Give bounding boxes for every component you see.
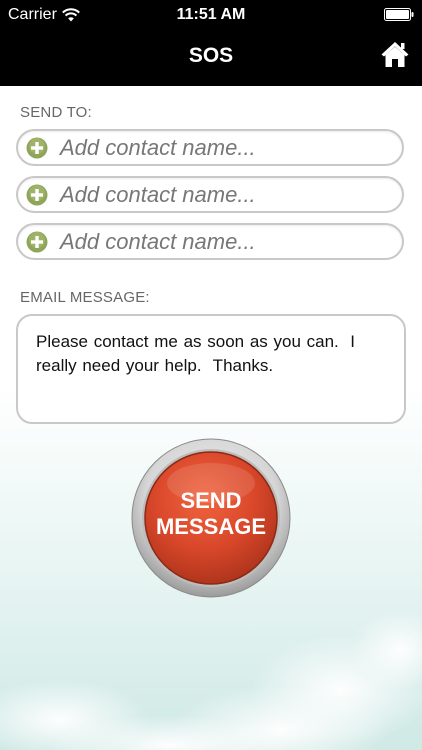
send-message-button[interactable]: SEND MESSAGE bbox=[131, 438, 291, 598]
page-title: SOS bbox=[188, 44, 234, 67]
status-time: 11:51 AM bbox=[176, 6, 246, 23]
add-contact-icon[interactable] bbox=[26, 231, 48, 253]
add-contact-icon[interactable] bbox=[26, 184, 48, 206]
contact-input-placeholder: Add contact name... bbox=[60, 181, 256, 207]
contact-input-placeholder: Add contact name... bbox=[60, 228, 256, 254]
status-bar: Carrier 11:51 AM bbox=[0, 0, 422, 30]
contact-field-3[interactable]: Add contact name... bbox=[16, 223, 404, 260]
battery-icon bbox=[384, 8, 414, 21]
contact-input-placeholder: Add contact name... bbox=[60, 134, 256, 160]
add-contact-icon[interactable] bbox=[26, 137, 48, 159]
send-button-label-line1: SEND bbox=[180, 488, 241, 513]
email-message-label: EMAIL MESSAGE: bbox=[20, 289, 150, 306]
contact-field-1[interactable]: Add contact name... bbox=[16, 129, 404, 166]
home-icon[interactable] bbox=[380, 40, 410, 68]
send-button-label-line2: MESSAGE bbox=[156, 514, 266, 539]
contact-field-2[interactable]: Add contact name... bbox=[16, 176, 404, 213]
send-to-label: SEND TO: bbox=[20, 104, 92, 121]
email-message-input[interactable]: Please contact me as soon as you can. I … bbox=[16, 314, 406, 424]
top-bar: Carrier 11:51 AM SOS bbox=[0, 0, 422, 86]
sos-form: SEND TO: Add contact name... Add contact… bbox=[0, 86, 422, 750]
